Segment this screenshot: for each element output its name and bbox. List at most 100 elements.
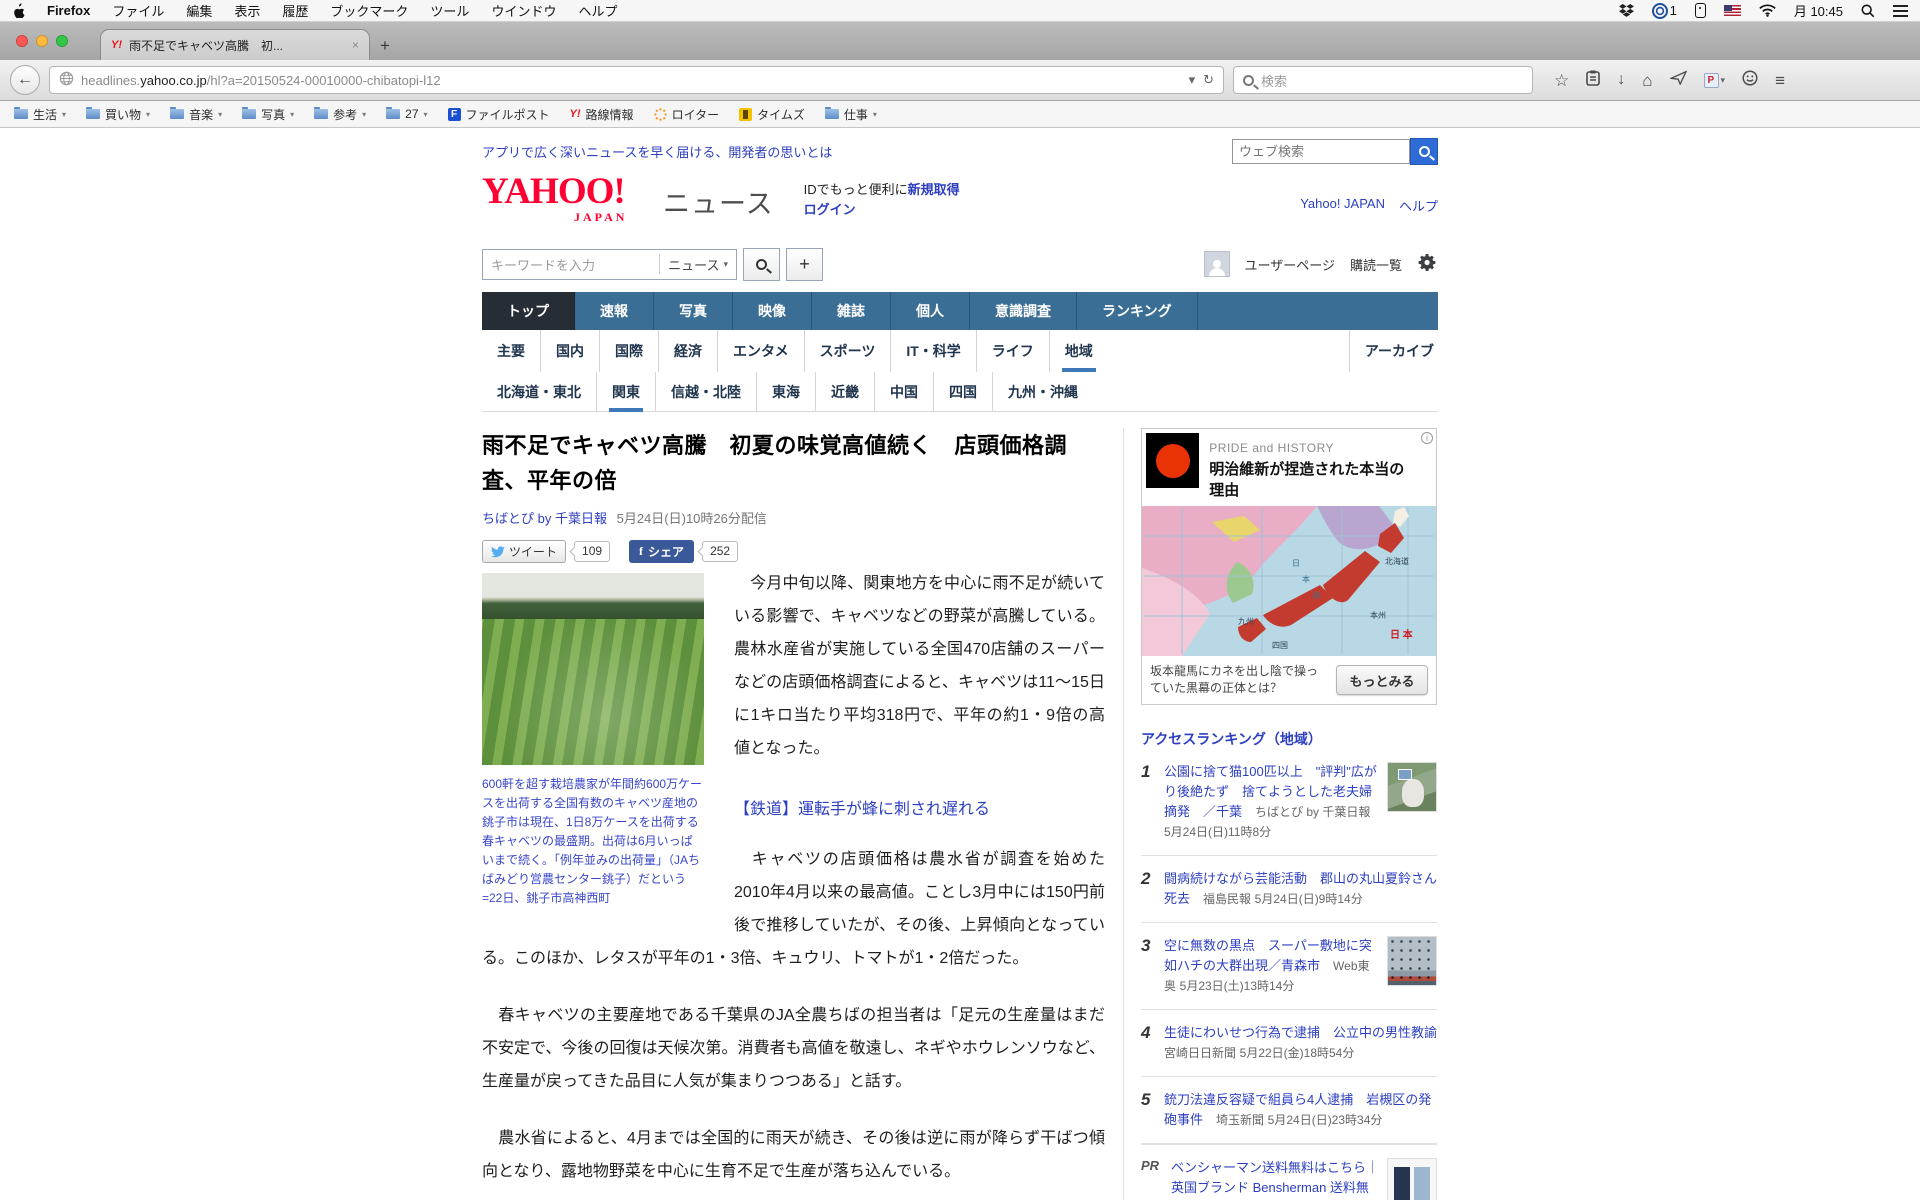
send-tab-icon[interactable]: [1670, 70, 1687, 90]
browser-tab[interactable]: Y! 雨不足でキャベツ高騰 初... ×: [100, 29, 370, 60]
dropbox-icon[interactable]: [1619, 4, 1634, 18]
region-chugoku[interactable]: 中国: [874, 372, 933, 412]
nav-tab-magazine[interactable]: 雑誌: [812, 292, 891, 330]
hamburger-menu-icon[interactable]: ≡: [1775, 72, 1785, 89]
ranking-thumbnail-bees[interactable]: [1387, 936, 1437, 986]
yahoo-japan-logo[interactable]: YAHOO! JAPAN: [482, 174, 657, 210]
category-domestic[interactable]: 国内: [540, 330, 599, 372]
facebook-share-button[interactable]: f シェア: [629, 540, 694, 563]
bookmark-folder-photo[interactable]: 写真▾: [242, 106, 294, 123]
category-main[interactable]: 主要: [482, 330, 540, 372]
news-search-button[interactable]: [743, 248, 780, 281]
bookmark-times[interactable]: タイムズ: [739, 106, 805, 123]
bookmark-folder-life[interactable]: 生活▾: [14, 106, 66, 123]
menu-bookmarks[interactable]: ブックマーク: [330, 1, 408, 20]
pr-ad-link[interactable]: ベンシャーマン送料無料はこちら｜英国ブランド Bensherman 送料無料,即…: [1171, 1160, 1379, 1200]
reading-list-icon[interactable]: [1586, 70, 1600, 91]
nav-tab-video[interactable]: 映像: [733, 292, 812, 330]
article-source-link[interactable]: ちばとぴ by 千葉日報: [482, 511, 607, 526]
category-entertainment[interactable]: エンタメ: [717, 330, 804, 372]
tweet-button[interactable]: ツイート: [482, 540, 566, 563]
bookmark-folder-shopping[interactable]: 買い物▾: [86, 106, 150, 123]
browser-search-field[interactable]: 検索: [1233, 66, 1533, 94]
region-tokai[interactable]: 東海: [756, 372, 815, 412]
ad-card[interactable]: i PRIDE and HISTORY 明治維新が捏造された本当の理由: [1141, 428, 1437, 705]
category-economy[interactable]: 経済: [658, 330, 717, 372]
ad-japan-map-image[interactable]: 北海道 本州 日 本 四国 九州 日 本 海: [1142, 506, 1436, 656]
input-source-flag-icon[interactable]: [1724, 5, 1741, 16]
gear-icon[interactable]: [1417, 252, 1438, 276]
help-link[interactable]: ヘルプ: [1399, 196, 1438, 215]
nav-tab-flash[interactable]: 速報: [575, 292, 654, 330]
pdf-converter-icon[interactable]: ▾: [1704, 73, 1726, 88]
ranking-link[interactable]: 生徒にわいせつ行為で逮捕 公立中の男性教諭: [1164, 1025, 1437, 1040]
wifi-icon[interactable]: [1759, 4, 1776, 17]
url-bar[interactable]: headlines.yahoo.co.jp/hl?a=20150524-0001…: [49, 66, 1224, 94]
ranking-thumbnail-cat[interactable]: [1387, 762, 1437, 812]
menu-file[interactable]: ファイル: [112, 1, 164, 20]
bookmark-reuters[interactable]: ロイター: [654, 106, 720, 123]
nav-tab-top[interactable]: トップ: [482, 292, 575, 330]
spotlight-search-icon[interactable]: [1861, 4, 1875, 18]
bookmark-folder-work[interactable]: 仕事▾: [825, 106, 877, 123]
zoom-window-button[interactable]: [56, 35, 68, 47]
register-link[interactable]: 新規取得: [908, 182, 960, 197]
bookmark-folder-27[interactable]: 27▾: [386, 107, 427, 121]
region-shikoku[interactable]: 四国: [933, 372, 992, 412]
region-hokkaido-tohoku[interactable]: 北海道・東北: [482, 372, 596, 412]
reload-icon[interactable]: ↻: [1203, 72, 1214, 88]
menubar-clock[interactable]: 月 10:45: [1794, 1, 1843, 20]
bookmark-filepost[interactable]: Fファイルポスト: [448, 106, 550, 123]
category-sports[interactable]: スポーツ: [804, 330, 891, 372]
bookmark-folder-reference[interactable]: 参考▾: [314, 106, 366, 123]
url-dropdown-icon[interactable]: ▾: [1189, 72, 1196, 88]
region-kyushu-okinawa[interactable]: 九州・沖縄: [992, 372, 1093, 412]
menu-view[interactable]: 表示: [234, 1, 260, 20]
menu-tools[interactable]: ツール: [430, 1, 469, 20]
region-kanto[interactable]: 関東: [596, 372, 655, 412]
category-it-science[interactable]: IT・科学: [890, 330, 975, 372]
web-search-button[interactable]: [1410, 138, 1438, 165]
web-search-input[interactable]: [1232, 139, 1410, 164]
subscriptions-link[interactable]: 購読一覧: [1350, 255, 1402, 274]
menu-help[interactable]: ヘルプ: [578, 1, 617, 20]
nav-tab-personal[interactable]: 個人: [891, 292, 970, 330]
minimize-window-button[interactable]: [36, 35, 48, 47]
site-globe-icon[interactable]: [59, 71, 74, 89]
notification-center-icon[interactable]: [1893, 5, 1908, 7]
user-page-link[interactable]: ユーザーページ: [1245, 255, 1335, 274]
downloads-icon[interactable]: ↓: [1617, 72, 1625, 88]
nav-tab-photos[interactable]: 写真: [654, 292, 733, 330]
avatar[interactable]: [1204, 251, 1230, 277]
menu-edit[interactable]: 編集: [186, 1, 212, 20]
search-scope-dropdown[interactable]: ニュース▾: [659, 254, 728, 274]
bookmark-transit[interactable]: Y!路線情報: [570, 106, 634, 123]
close-window-button[interactable]: [16, 35, 28, 47]
archive-link[interactable]: アーカイブ: [1349, 330, 1438, 372]
ad-info-icon[interactable]: i: [1421, 432, 1433, 444]
menu-firefox[interactable]: Firefox: [47, 3, 90, 18]
nav-tab-poll[interactable]: 意識調査: [970, 292, 1077, 330]
nav-tab-ranking[interactable]: ランキング: [1077, 292, 1198, 330]
creative-cloud-icon[interactable]: 1: [1652, 3, 1677, 19]
new-tab-button[interactable]: +: [380, 36, 390, 56]
region-shinetsu-hokuriku[interactable]: 信越・北陸: [655, 372, 756, 412]
ranking-title[interactable]: アクセスランキング（地域）: [1141, 729, 1437, 749]
bookmark-star-icon[interactable]: ☆: [1554, 72, 1569, 89]
cabbage-field-photo[interactable]: [482, 573, 704, 765]
remote-device-icon[interactable]: [1695, 3, 1706, 18]
category-region[interactable]: 地域: [1049, 330, 1108, 372]
keyword-search-field[interactable]: キーワードを入力 ニュース▾: [482, 249, 737, 280]
close-tab-icon[interactable]: ×: [352, 38, 359, 52]
category-world[interactable]: 国際: [599, 330, 658, 372]
login-link[interactable]: ログイン: [804, 202, 856, 217]
back-button[interactable]: ←: [10, 65, 40, 95]
menu-history[interactable]: 履歴: [282, 1, 308, 20]
bookmark-folder-music[interactable]: 音楽▾: [170, 106, 222, 123]
region-kinki[interactable]: 近畿: [815, 372, 874, 412]
ad-headline[interactable]: 明治維新が捏造された本当の理由: [1209, 458, 1416, 500]
category-life[interactable]: ライフ: [976, 330, 1049, 372]
messenger-smiley-icon[interactable]: [1742, 70, 1758, 91]
promo-link[interactable]: アプリで広く深いニュースを早く届ける、開発者の思いとは: [482, 142, 832, 161]
apple-icon[interactable]: [12, 3, 25, 18]
